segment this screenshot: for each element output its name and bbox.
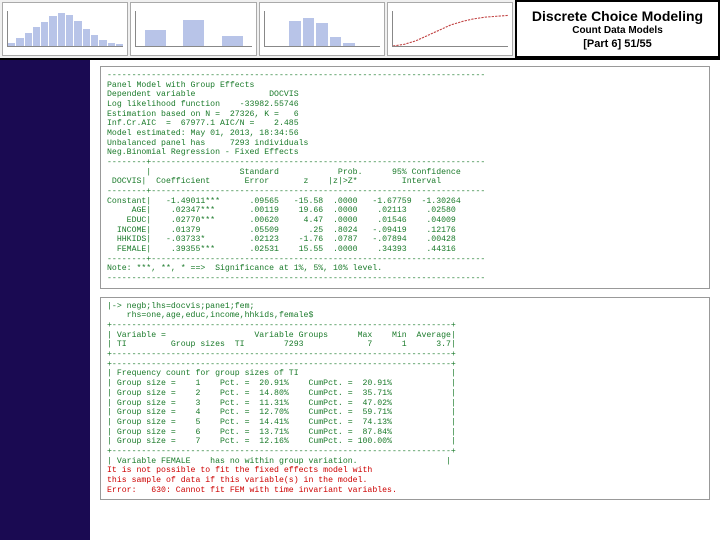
title-box: Discrete Choice Modeling Count Data Mode… — [515, 0, 720, 58]
header-chart-histogram — [2, 2, 128, 56]
header-chart-bars5 — [259, 2, 385, 56]
left-side-strip — [0, 60, 90, 540]
regression-output-panel: ----------------------------------------… — [100, 66, 710, 289]
slide-part-label: [Part 6] 51/55 — [583, 38, 651, 50]
slide-body: ----------------------------------------… — [0, 60, 720, 540]
slide-subtitle: Count Data Models — [572, 25, 663, 36]
header-chart-bars3 — [130, 2, 256, 56]
panel-summary-text: |-> negb;lhs=docvis;pane1;fem; rhs=one,a… — [101, 298, 709, 499]
regression-output-text: ----------------------------------------… — [101, 67, 709, 288]
content-area: ----------------------------------------… — [90, 60, 720, 540]
header-charts — [0, 0, 515, 58]
slide-title: Discrete Choice Modeling — [532, 8, 703, 24]
header-chart-line — [387, 2, 513, 56]
slide-header: Discrete Choice Modeling Count Data Mode… — [0, 0, 720, 60]
panel-summary-output: |-> negb;lhs=docvis;pane1;fem; rhs=one,a… — [100, 297, 710, 500]
